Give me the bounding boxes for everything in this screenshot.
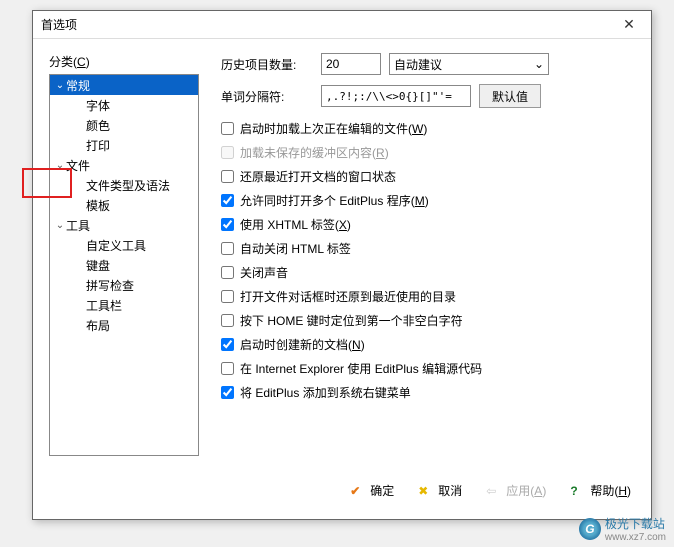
- check-restore-window-state[interactable]: 还原最近打开文档的窗口状态: [221, 165, 635, 187]
- check-label: 打开文件对话框时还原到最近使用的目录: [240, 288, 456, 305]
- logo-icon: G: [579, 518, 601, 540]
- check-autoclose-html[interactable]: 自动关闭 HTML 标签: [221, 237, 635, 259]
- ok-button[interactable]: 确定: [350, 482, 394, 499]
- apply-button: 应用(A): [486, 482, 546, 499]
- history-count-input[interactable]: [321, 53, 381, 75]
- check-restore-open-dir[interactable]: 打开文件对话框时还原到最近使用的目录: [221, 285, 635, 307]
- chevron-down-icon: ⌄: [54, 80, 66, 91]
- preferences-dialog: 首选项 ✕ 分类(C) ⌄ 常规 字体 颜色 打印 ⌄ 文件 文件类型及语法: [32, 10, 652, 520]
- check-load-last-files[interactable]: 启动时加载上次正在编辑的文件(W): [221, 117, 635, 139]
- help-icon: [570, 484, 584, 498]
- tree-item-template[interactable]: 模板: [50, 195, 198, 215]
- check-load-unsaved-buffer: 加载未保存的缓冲区内容(R): [221, 141, 635, 163]
- button-label: 帮助(H): [590, 482, 631, 499]
- tree-item-keyboard[interactable]: 键盘: [50, 255, 198, 275]
- tree-item-file[interactable]: ⌄ 文件: [50, 155, 198, 175]
- check-multiple-instances[interactable]: 允许同时打开多个 EditPlus 程序(M): [221, 189, 635, 211]
- delimiter-input[interactable]: [321, 85, 471, 107]
- tree-item-font[interactable]: 字体: [50, 95, 198, 115]
- check-xhtml-tags[interactable]: 使用 XHTML 标签(X): [221, 213, 635, 235]
- button-label: 确定: [370, 482, 394, 499]
- chevron-down-icon: ⌄: [54, 220, 66, 231]
- check-label: 使用 XHTML 标签(X): [240, 216, 351, 233]
- history-label: 历史项目数量:: [221, 56, 321, 73]
- tree-item-layout[interactable]: 布局: [50, 315, 198, 335]
- chevron-down-icon: ⌄: [54, 160, 66, 171]
- category-label: 分类(C): [49, 53, 199, 70]
- check-label: 加载未保存的缓冲区内容(R): [240, 144, 389, 161]
- tree-item-label: 常规: [66, 77, 90, 94]
- check-mute-sound[interactable]: 关闭声音: [221, 261, 635, 283]
- close-icon[interactable]: ✕: [615, 16, 643, 33]
- check-label: 自动关闭 HTML 标签: [240, 240, 351, 257]
- check-label: 在 Internet Explorer 使用 EditPlus 编辑源代码: [240, 360, 482, 377]
- tree-item-color[interactable]: 颜色: [50, 115, 198, 135]
- tree-item-print[interactable]: 打印: [50, 135, 198, 155]
- checkbox[interactable]: [221, 170, 234, 183]
- checkbox[interactable]: [221, 290, 234, 303]
- checkbox[interactable]: [221, 242, 234, 255]
- check-label: 按下 HOME 键时定位到第一个非空白字符: [240, 312, 463, 329]
- tree-item-spell[interactable]: 拼写检查: [50, 275, 198, 295]
- check-home-key-nonblank[interactable]: 按下 HOME 键时定位到第一个非空白字符: [221, 309, 635, 331]
- checkbox: [221, 146, 234, 159]
- dialog-footer: 确定 取消 应用(A) 帮助(H): [33, 469, 651, 511]
- tree-item-custom-tools[interactable]: 自定义工具: [50, 235, 198, 255]
- combo-value: 自动建议: [394, 56, 442, 73]
- window-title: 首选项: [41, 16, 77, 33]
- check-new-doc-on-start[interactable]: 启动时创建新的文档(N): [221, 333, 635, 355]
- tree-item-filetype[interactable]: 文件类型及语法: [50, 175, 198, 195]
- check-label: 允许同时打开多个 EditPlus 程序(M): [240, 192, 429, 209]
- check-context-menu[interactable]: 将 EditPlus 添加到系统右键菜单: [221, 381, 635, 403]
- check-label: 关闭声音: [240, 264, 288, 281]
- tree-item-tools[interactable]: ⌄ 工具: [50, 215, 198, 235]
- checkbox[interactable]: [221, 362, 234, 375]
- titlebar: 首选项 ✕: [33, 11, 651, 39]
- checkbox[interactable]: [221, 386, 234, 399]
- check-label: 启动时加载上次正在编辑的文件(W): [240, 120, 427, 137]
- arrow-left-icon: [486, 484, 500, 498]
- category-tree[interactable]: ⌄ 常规 字体 颜色 打印 ⌄ 文件 文件类型及语法 模板 ⌄ 工具 自定义工具…: [49, 74, 199, 456]
- tree-item-label: 文件: [66, 157, 90, 174]
- checkbox[interactable]: [221, 218, 234, 231]
- tree-item-general[interactable]: ⌄ 常规: [50, 75, 198, 95]
- default-button[interactable]: 默认值: [479, 84, 541, 108]
- tree-item-toolbar[interactable]: 工具栏: [50, 295, 198, 315]
- cancel-button[interactable]: 取消: [418, 482, 462, 499]
- checkbox[interactable]: [221, 266, 234, 279]
- watermark-name: 极光下载站: [605, 517, 665, 531]
- x-icon: [418, 484, 432, 498]
- check-ie-editor[interactable]: 在 Internet Explorer 使用 EditPlus 编辑源代码: [221, 357, 635, 379]
- button-label: 应用(A): [506, 482, 546, 499]
- suggestion-combo[interactable]: 自动建议 ⌄: [389, 53, 549, 75]
- check-label: 还原最近打开文档的窗口状态: [240, 168, 396, 185]
- chevron-down-icon: ⌄: [534, 57, 544, 71]
- help-button[interactable]: 帮助(H): [570, 482, 631, 499]
- checkbox[interactable]: [221, 122, 234, 135]
- checkbox[interactable]: [221, 194, 234, 207]
- delimiter-label: 单词分隔符:: [221, 88, 321, 105]
- checkbox[interactable]: [221, 338, 234, 351]
- tree-item-label: 工具: [66, 217, 90, 234]
- check-label: 启动时创建新的文档(N): [240, 336, 365, 353]
- check-label: 将 EditPlus 添加到系统右键菜单: [240, 384, 411, 401]
- settings-panel: 历史项目数量: 自动建议 ⌄ 单词分隔符: 默认值 启动时加载上次正在编辑的文件…: [199, 53, 635, 461]
- check-icon: [350, 484, 364, 498]
- watermark: G 极光下载站 www.xz7.com: [579, 515, 666, 543]
- checkbox[interactable]: [221, 314, 234, 327]
- watermark-url: www.xz7.com: [605, 532, 666, 543]
- button-label: 取消: [438, 482, 462, 499]
